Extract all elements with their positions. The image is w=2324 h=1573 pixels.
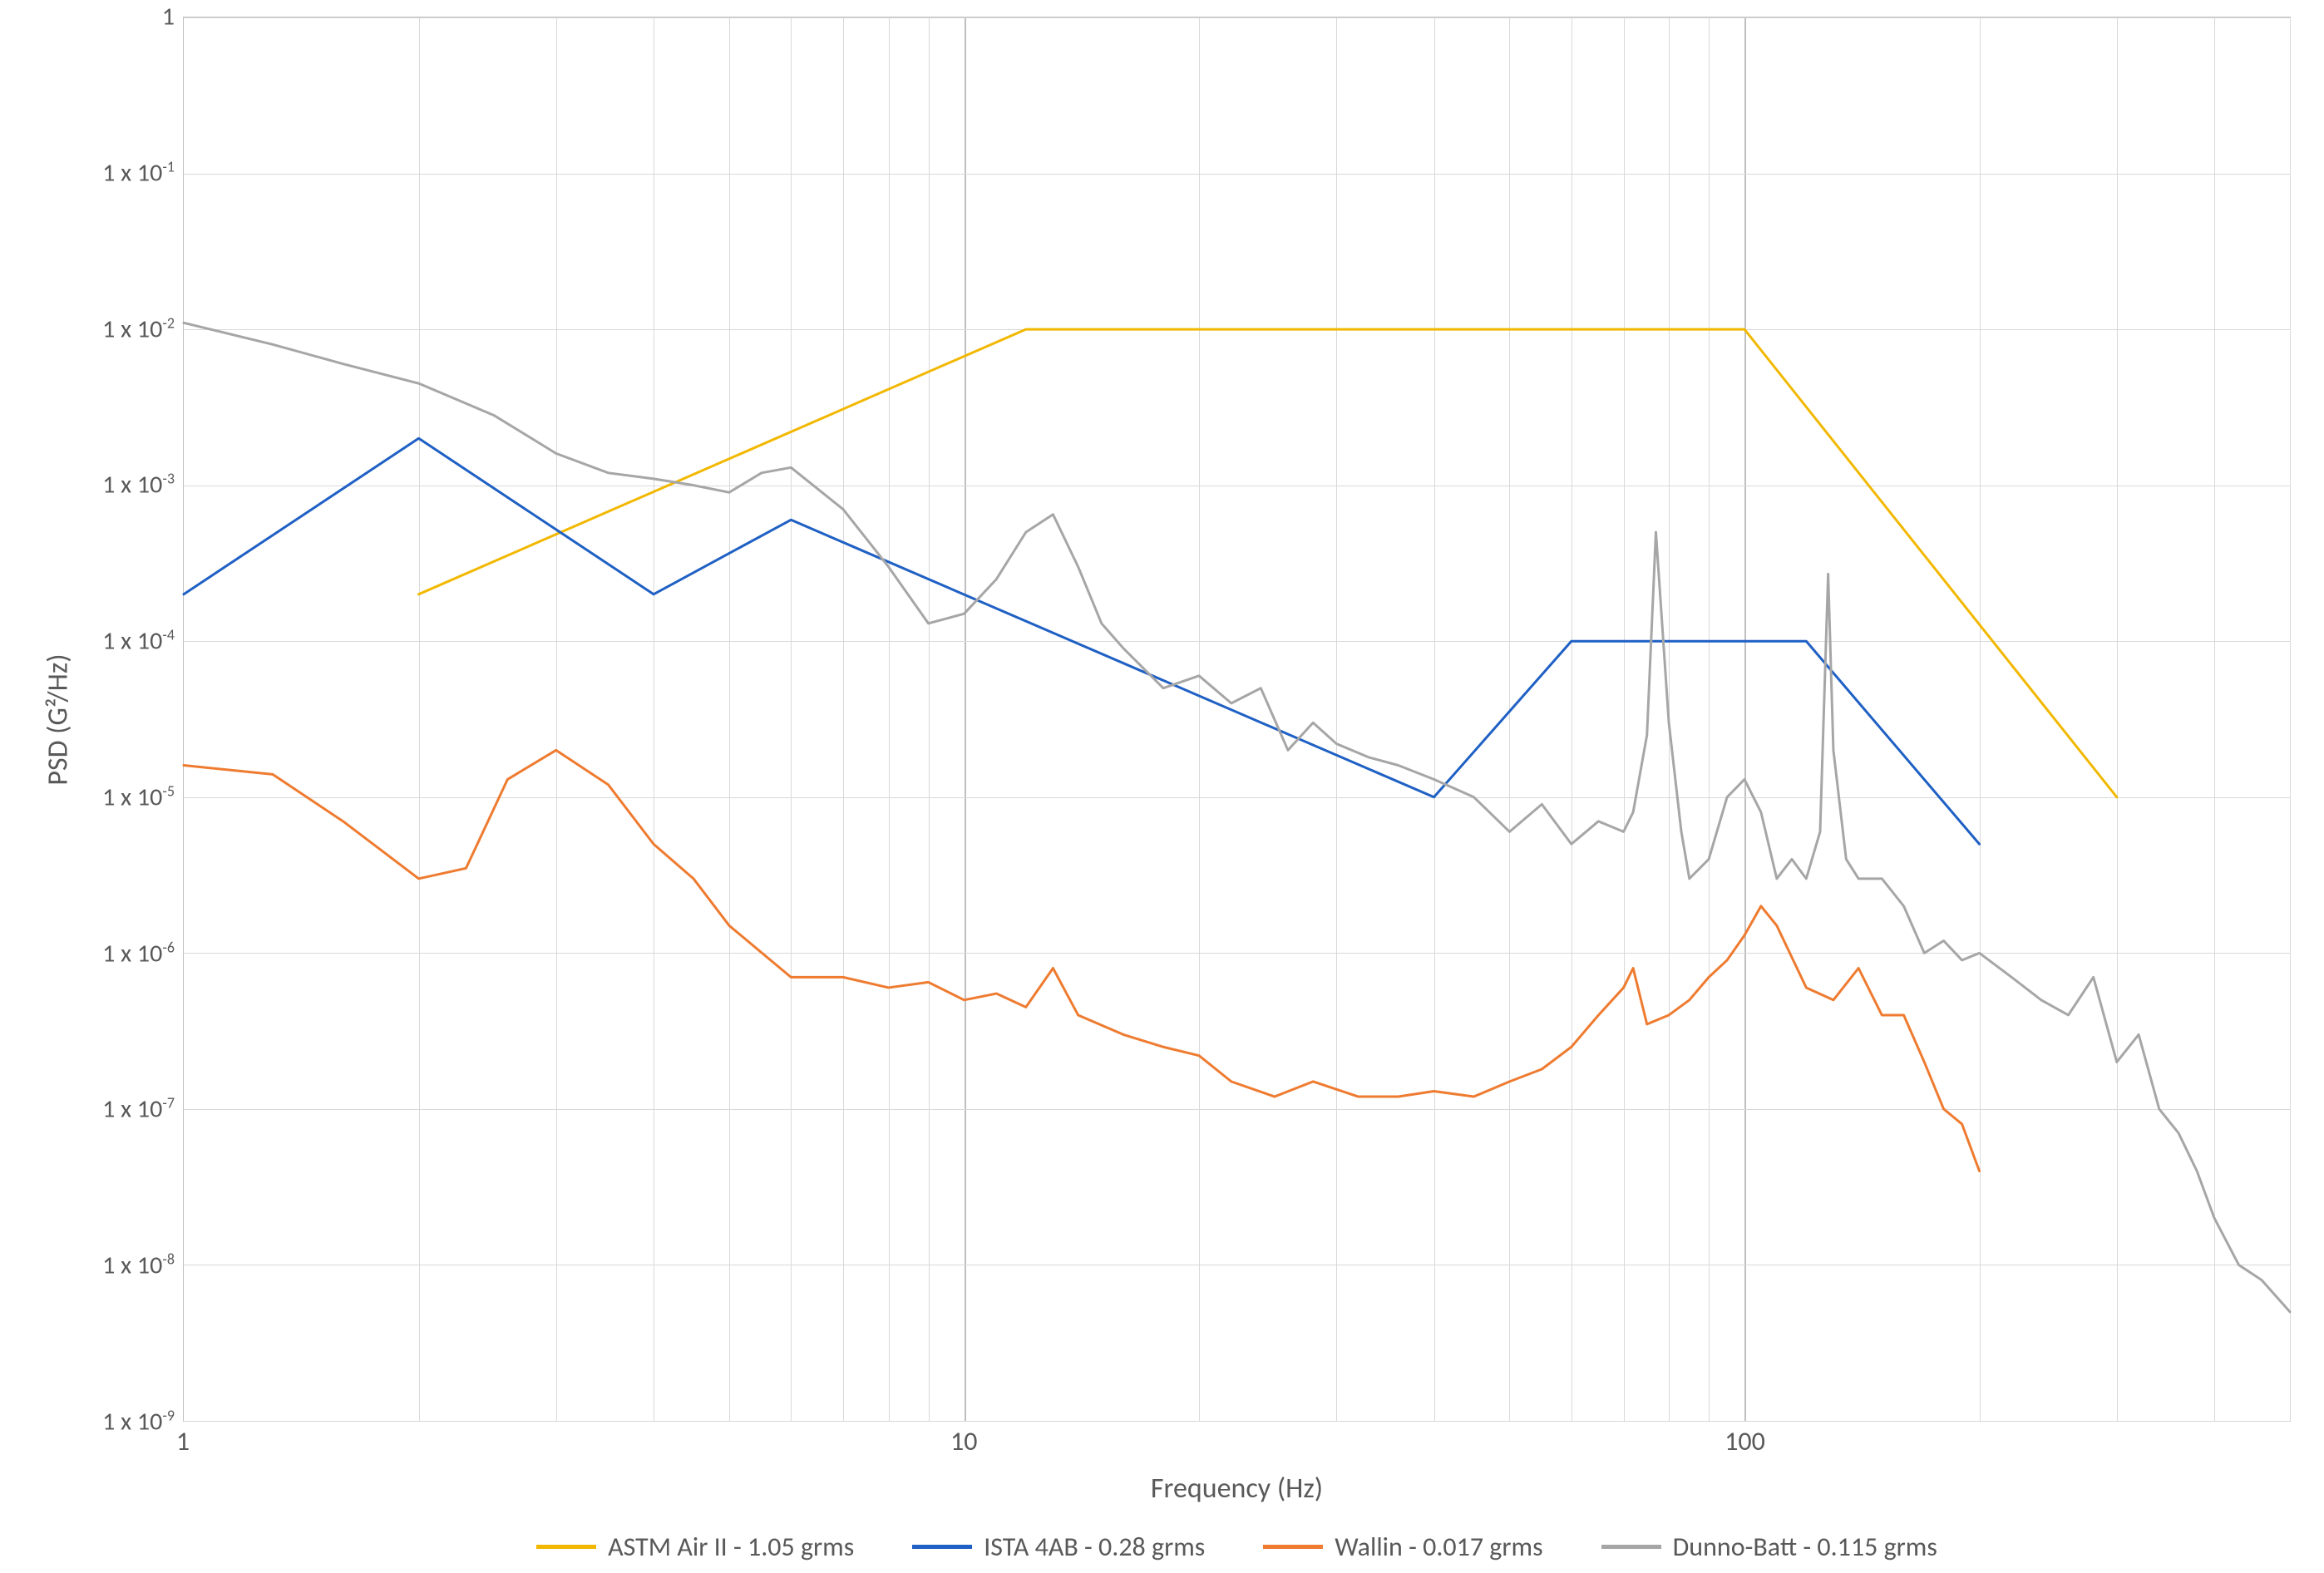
y-tick: 1 x 10-7 bbox=[102, 1094, 175, 1125]
legend-item: ISTA 4AB - 0.28 grms bbox=[912, 1531, 1205, 1563]
x-tick: 100 bbox=[1724, 1425, 1765, 1457]
series-line bbox=[419, 329, 2117, 797]
legend-swatch bbox=[1601, 1545, 1661, 1549]
y-tick: 1 x 10-9 bbox=[102, 1407, 175, 1437]
series-line bbox=[184, 323, 2290, 1312]
legend: ASTM Air II - 1.05 grms ISTA 4AB - 0.28 g… bbox=[183, 1531, 2291, 1563]
y-tick: 1 x 10-2 bbox=[102, 313, 175, 344]
x-tick: 10 bbox=[950, 1425, 977, 1457]
legend-label: ISTA 4AB - 0.28 grms bbox=[984, 1531, 1205, 1563]
y-tick: 1 x 10-4 bbox=[102, 626, 175, 657]
plot-area bbox=[183, 17, 2291, 1422]
y-tick: 1 x 10-8 bbox=[102, 1250, 175, 1281]
x-tick: 1 bbox=[176, 1425, 190, 1457]
gridline-v bbox=[2290, 17, 2291, 1421]
y-axis-label-container: PSD (G²/Hz) bbox=[33, 17, 83, 1422]
plot-svg bbox=[184, 17, 2290, 1421]
y-tick: 1 x 10-1 bbox=[102, 157, 175, 188]
series-line bbox=[184, 750, 1980, 1171]
legend-swatch bbox=[536, 1545, 596, 1549]
y-tick-labels: 1 x 10-91 x 10-81 x 10-71 x 10-61 x 10-5… bbox=[83, 17, 183, 1422]
y-tick: 1 x 10-5 bbox=[102, 782, 175, 812]
legend-swatch bbox=[1263, 1545, 1323, 1549]
legend-item: Dunno-Batt - 0.115 grms bbox=[1601, 1531, 1937, 1563]
y-axis-label: PSD (G²/Hz) bbox=[42, 653, 76, 785]
y-tick: 1 bbox=[162, 2, 175, 32]
legend-label: Wallin - 0.017 grms bbox=[1335, 1531, 1542, 1563]
legend-swatch bbox=[912, 1545, 972, 1549]
x-axis-label: Frequency (Hz) bbox=[183, 1472, 2291, 1506]
y-tick: 1 x 10-6 bbox=[102, 938, 175, 969]
legend-label: ASTM Air II - 1.05 grms bbox=[608, 1531, 854, 1563]
legend-item: ASTM Air II - 1.05 grms bbox=[536, 1531, 854, 1563]
legend-item: Wallin - 0.017 grms bbox=[1263, 1531, 1542, 1563]
psd-chart: PSD (G²/Hz) 1 x 10-9 1 x 10-8 1 x 10-7 1 x … bbox=[0, 0, 2324, 1573]
plot-row: PSD (G²/Hz) 1 x 10-91 x 10-81 x 10-71 x … bbox=[33, 17, 2291, 1422]
y-tick: 1 x 10-3 bbox=[102, 470, 175, 500]
x-tick-labels: 110100 bbox=[183, 1422, 2291, 1463]
series-line bbox=[184, 438, 1980, 844]
legend-label: Dunno-Batt - 0.115 grms bbox=[1673, 1531, 1937, 1563]
x-axis-label-text: Frequency (Hz) bbox=[1151, 1472, 1323, 1506]
y-axis-label-text: PSD (G²/Hz) bbox=[42, 653, 76, 785]
